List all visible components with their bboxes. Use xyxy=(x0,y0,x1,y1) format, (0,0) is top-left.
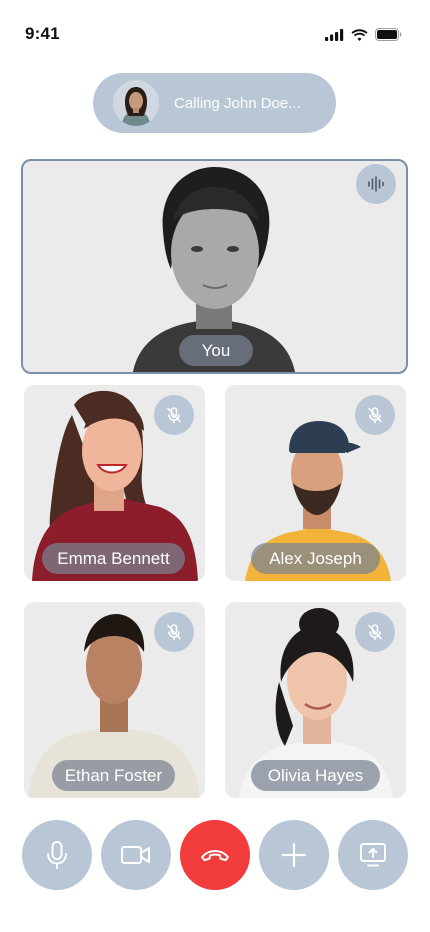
video-tile-alex-joseph[interactable]: Alex Joseph xyxy=(225,385,406,581)
video-tile-you[interactable]: You xyxy=(21,159,408,374)
mic-off-icon xyxy=(167,624,181,641)
screen-share-icon xyxy=(360,843,386,867)
add-participant-button[interactable] xyxy=(259,820,329,890)
share-screen-button[interactable] xyxy=(338,820,408,890)
video-tile-ethan-foster[interactable]: Ethan Foster xyxy=(24,602,205,798)
mute-status-button[interactable] xyxy=(154,612,194,652)
battery-icon xyxy=(375,28,402,41)
participant-name-label: Alex Joseph xyxy=(251,543,380,574)
participant-name-label: Ethan Foster xyxy=(52,760,175,791)
status-bar: 9:41 xyxy=(0,0,430,70)
mic-off-icon xyxy=(167,407,181,424)
mute-status-button[interactable] xyxy=(355,612,395,652)
mic-off-icon xyxy=(368,624,382,641)
audio-wave-icon xyxy=(368,176,384,192)
video-tile-olivia-hayes[interactable]: Olivia Hayes xyxy=(225,602,406,798)
mute-status-button[interactable] xyxy=(154,395,194,435)
status-icons xyxy=(325,28,402,41)
audio-activity-button[interactable] xyxy=(356,164,396,204)
camera-button[interactable] xyxy=(101,820,171,890)
plus-icon xyxy=(281,842,307,868)
microphone-button[interactable] xyxy=(22,820,92,890)
mic-icon xyxy=(47,841,67,869)
wifi-icon xyxy=(351,28,368,41)
video-camera-icon xyxy=(121,846,150,864)
mic-off-icon xyxy=(368,407,382,424)
cellular-signal-icon xyxy=(325,28,344,41)
video-tile-emma-bennett[interactable]: Emma Bennett xyxy=(24,385,205,581)
calling-status-text: Calling John Doe... xyxy=(174,94,301,112)
participant-name-label: You xyxy=(179,335,253,366)
mute-status-button[interactable] xyxy=(355,395,395,435)
participant-name-label: Olivia Hayes xyxy=(251,760,380,791)
callee-avatar xyxy=(113,80,159,126)
end-call-button[interactable] xyxy=(180,820,250,890)
phone-hangup-icon xyxy=(201,850,229,862)
calling-status-pill[interactable]: Calling John Doe... xyxy=(93,73,336,133)
status-time: 9:41 xyxy=(25,24,60,43)
participant-name-label: Emma Bennett xyxy=(42,543,185,574)
